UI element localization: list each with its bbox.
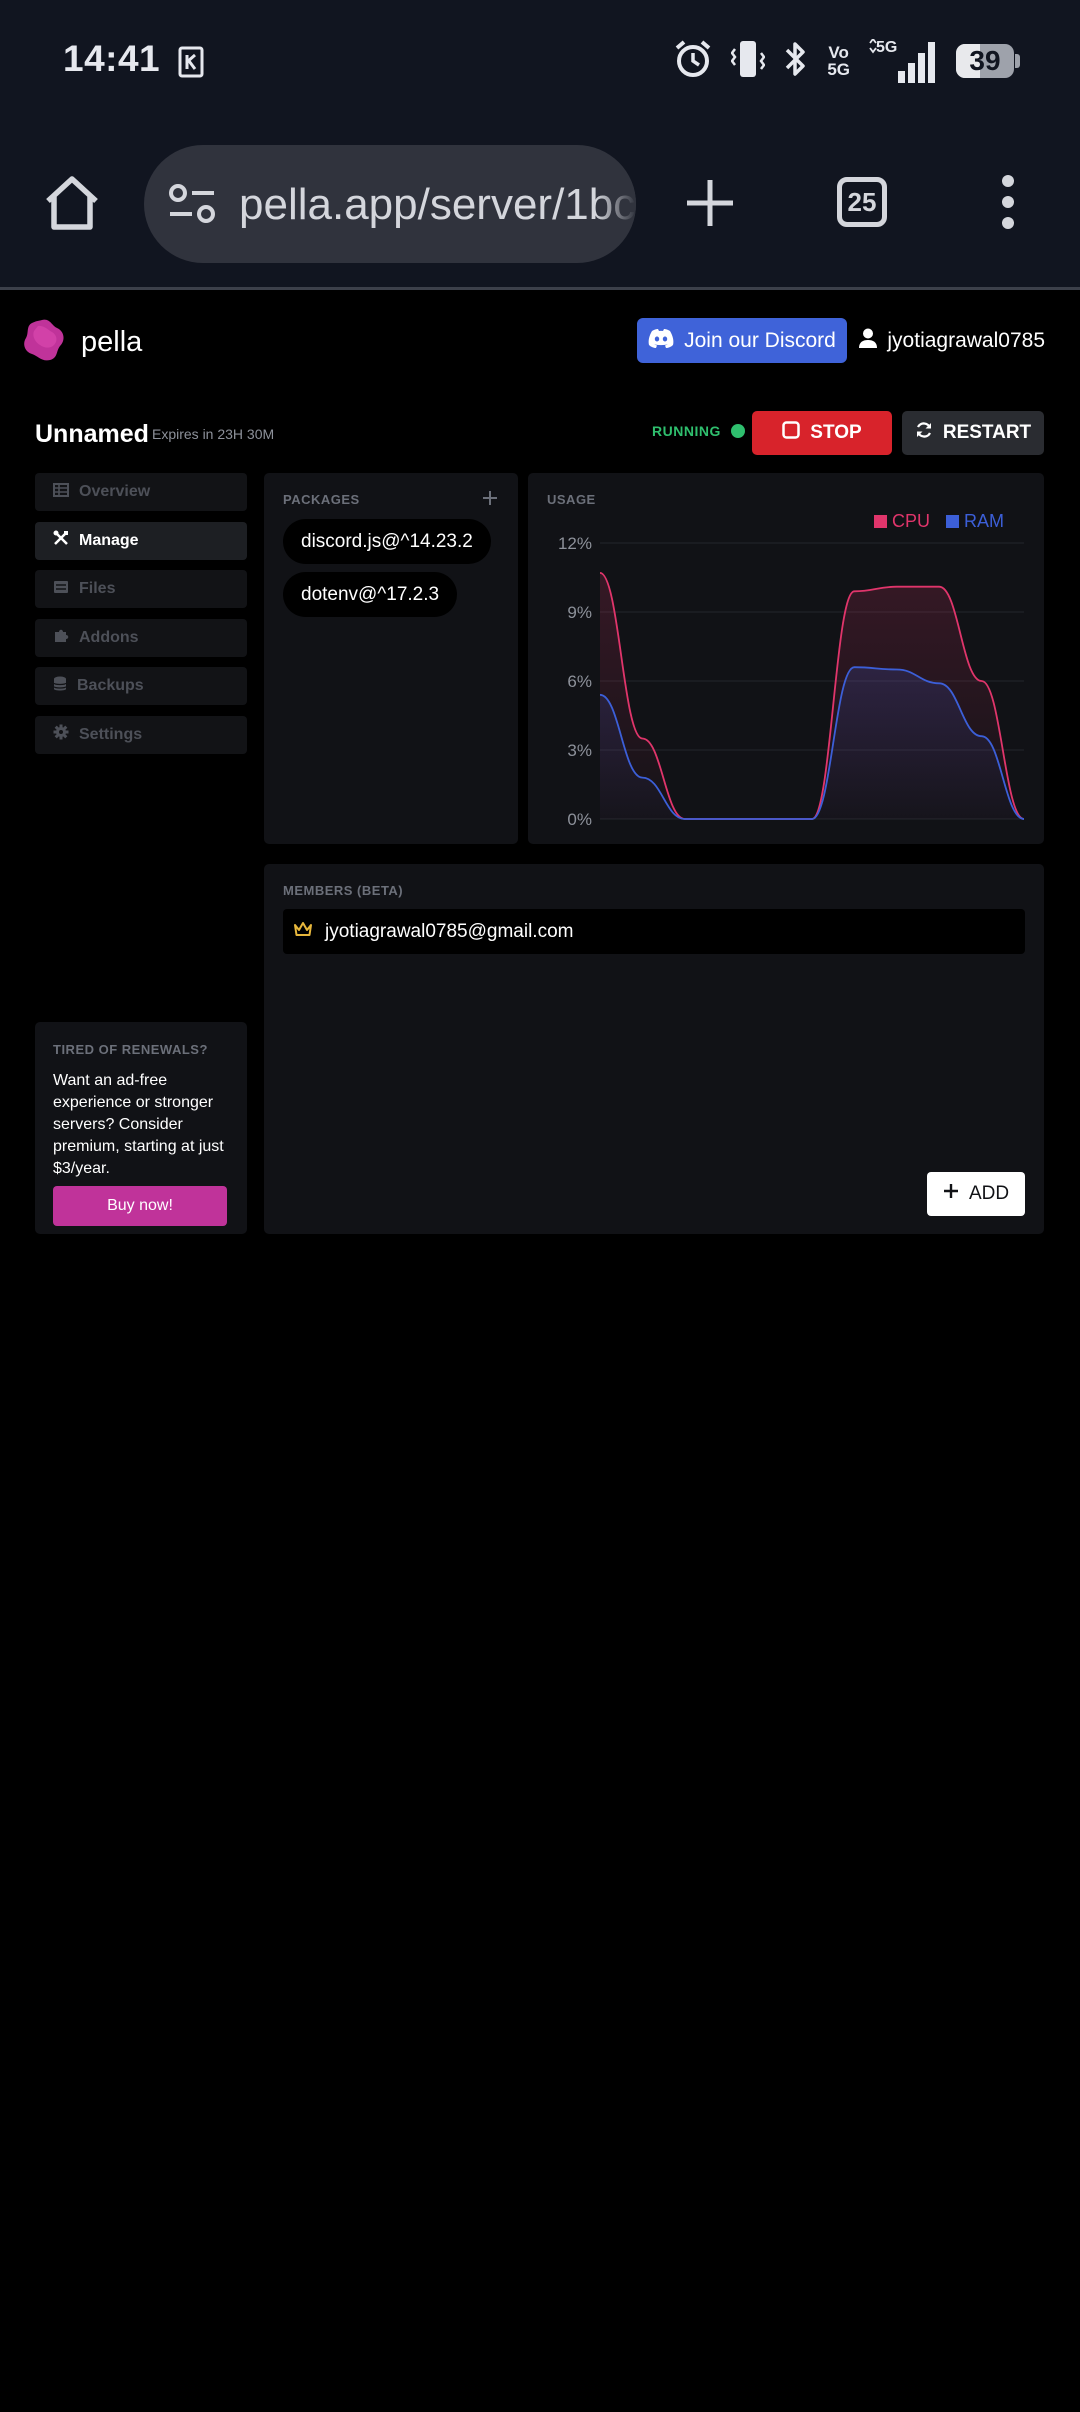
package-item[interactable]: dotenv@^17.2.3 xyxy=(283,572,458,617)
member-email: jyotiagrawal0785@gmail.com xyxy=(325,920,574,942)
menu-icon[interactable] xyxy=(996,175,1020,235)
legend-label-cpu: CPU xyxy=(892,511,930,531)
y-tick-label: 6% xyxy=(567,672,592,691)
legend-label-ram: RAM xyxy=(964,511,1004,531)
server-expiry: Expires in 23H 30M xyxy=(152,426,275,442)
tools-icon xyxy=(53,530,69,551)
y-tick-label: 9% xyxy=(567,603,592,622)
battery-level: 39 xyxy=(969,45,1001,76)
nav-item-label: Addons xyxy=(79,628,139,646)
nav-item-label: Files xyxy=(79,580,116,597)
tabs-icon[interactable]: 25 xyxy=(837,177,887,227)
table-icon xyxy=(53,482,69,502)
user-icon xyxy=(859,328,878,354)
members-card: MEMBERS (BETA) jyotiagrawal0785@gmail.co… xyxy=(264,864,1044,1234)
nav-item-label: Manage xyxy=(79,531,139,549)
packages-card: PACKAGES discord.js@^14.23.2 dotenv@^17.… xyxy=(264,473,518,844)
packages-title: PACKAGES xyxy=(283,492,360,507)
user-menu[interactable]: jyotiagrawal0785 xyxy=(859,328,1045,354)
restart-button[interactable]: RESTART xyxy=(902,411,1044,455)
nav-item-label: Overview xyxy=(79,483,151,500)
y-tick-label: 3% xyxy=(567,741,592,760)
add-package-icon[interactable] xyxy=(482,490,498,511)
volte-indicator: Vo 5G xyxy=(827,43,850,79)
crown-icon xyxy=(293,921,313,943)
browser-toolbar: pella.app/server/1bc 25 xyxy=(0,125,1080,287)
plus-icon xyxy=(943,1183,959,1205)
address-bar[interactable]: pella.app/server/1bc xyxy=(144,145,636,263)
nav-item-backups[interactable]: Backups xyxy=(35,667,247,705)
status-dot-icon xyxy=(730,424,745,438)
legend-swatch-cpu xyxy=(874,515,887,528)
nav-item-files[interactable]: Files xyxy=(35,570,247,608)
nav-item-label: Settings xyxy=(79,725,143,743)
signal-icon: 5G xyxy=(868,37,938,83)
promo-title: TIRED OF RENEWALS? xyxy=(53,1042,208,1057)
legend-swatch-ram xyxy=(946,515,959,528)
members-title: MEMBERS (BETA) xyxy=(283,883,404,898)
url-text[interactable]: pella.app/server/1bc xyxy=(239,180,635,230)
site-settings-icon[interactable] xyxy=(168,183,218,230)
notification-icon xyxy=(178,46,204,83)
status-bar: 14:41 Vo 5G 5G 39 xyxy=(0,0,1080,125)
home-icon[interactable] xyxy=(42,173,102,233)
nav-item-addons[interactable]: Addons xyxy=(35,618,247,657)
y-tick-label: 12% xyxy=(558,534,592,553)
battery-icon: 39 xyxy=(956,44,1020,78)
stop-button[interactable]: STOP xyxy=(752,411,892,455)
add-member-button[interactable]: ADD xyxy=(927,1172,1025,1216)
status-time: 14:41 xyxy=(63,38,161,79)
nav-item-label: Backups xyxy=(77,677,144,694)
premium-promo-card: TIRED OF RENEWALS? Want an ad-free exper… xyxy=(35,1022,247,1234)
gear-icon xyxy=(53,724,69,745)
server-status-label: RUNNING xyxy=(652,423,721,439)
nav-item-settings[interactable]: Settings xyxy=(35,715,247,754)
stop-icon xyxy=(782,421,801,445)
vibrate-icon xyxy=(730,39,766,84)
join-discord-button[interactable]: Join our Discord xyxy=(637,318,847,363)
add-member-label: ADD xyxy=(968,1183,1010,1204)
server-name: Unnamed xyxy=(35,420,149,448)
usage-card: USAGE 0% 3% 6% 9% 12% CPU RAM xyxy=(528,473,1044,844)
puzzle-icon xyxy=(53,627,69,648)
stop-label: STOP xyxy=(810,422,862,443)
bluetooth-icon xyxy=(783,39,809,84)
nav-item-overview[interactable]: Overview xyxy=(35,473,247,511)
pella-logo-icon[interactable] xyxy=(22,318,66,367)
username: jyotiagrawal0785 xyxy=(887,329,1045,352)
brand-name[interactable]: pella xyxy=(81,326,142,359)
database-icon xyxy=(53,676,67,697)
alarm-icon xyxy=(673,39,713,84)
new-tab-icon[interactable] xyxy=(684,177,736,234)
member-row[interactable]: jyotiagrawal0785@gmail.com xyxy=(283,909,1025,954)
y-tick-label: 0% xyxy=(567,810,592,829)
web-page: pella Join our Discord jyotiagrawal0785 … xyxy=(0,290,1080,2412)
server-status: RUNNING xyxy=(652,423,745,439)
promo-body: Want an ad-free experience or stronger s… xyxy=(53,1072,224,1177)
package-item[interactable]: discord.js@^14.23.2 xyxy=(283,519,491,564)
server-nav: Overview Manage Files Addons Backups Set… xyxy=(35,473,247,764)
file-icon xyxy=(53,580,69,599)
nav-item-manage[interactable]: Manage xyxy=(35,521,247,560)
discord-icon xyxy=(648,328,674,354)
usage-chart: 0% 3% 6% 9% 12% CPU RAM xyxy=(558,511,1025,829)
restart-icon xyxy=(915,421,933,445)
svg-text:5G: 5G xyxy=(876,39,897,56)
join-discord-label: Join our Discord xyxy=(684,328,836,352)
buy-now-button[interactable]: Buy now! xyxy=(53,1186,227,1226)
restart-label: RESTART xyxy=(942,422,1032,443)
